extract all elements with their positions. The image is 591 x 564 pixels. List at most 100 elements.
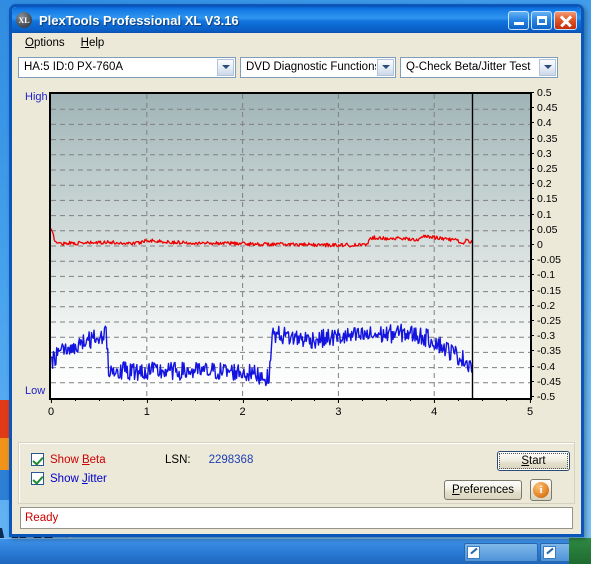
chevron-down-icon[interactable]	[377, 58, 394, 76]
x-axis: 0 1 2 3 4 5	[48, 398, 534, 424]
tick-label: 3	[335, 406, 342, 418]
tick-label: 0.4	[537, 117, 552, 130]
x-axis-tick: 2	[239, 398, 246, 418]
tick-label: 0	[537, 239, 543, 251]
preferences-button[interactable]: Preferences	[444, 480, 522, 500]
function-select[interactable]: DVD Diagnostic Functions	[240, 56, 396, 78]
y-axis-tick: -0.15	[530, 284, 561, 297]
taskbar-corner	[569, 538, 591, 564]
tick-mark	[530, 289, 534, 291]
y-axis-tick: -0.05	[530, 254, 561, 267]
chart-panel: High Low 0.5 0.45 0.4 0.35 0.3 0.25 0.2 0.15 0.1…	[18, 85, 575, 440]
tick-mark	[530, 350, 534, 352]
tick-label: -0.15	[537, 284, 561, 297]
tick-mark	[530, 274, 534, 276]
start-button[interactable]: Start	[497, 451, 570, 471]
tick-mark	[386, 398, 388, 401]
show-beta-checkbox[interactable]	[31, 453, 44, 466]
tick-mark	[530, 213, 534, 215]
menu-options-label: ptions	[33, 37, 65, 49]
minimize-icon	[514, 21, 524, 25]
tick-label: 4	[431, 406, 438, 418]
tick-mark	[530, 365, 534, 367]
y-axis: 0.5 0.45 0.4 0.35 0.3 0.25 0.2 0.15 0.1 0.05 0 -0.0…	[530, 86, 581, 406]
tick-label: 2	[239, 406, 246, 418]
chevron-down-icon[interactable]	[539, 58, 556, 76]
tick-mark	[530, 137, 534, 139]
tick-mark	[506, 398, 508, 401]
show-jitter-checkbox[interactable]	[31, 472, 44, 485]
drive-select[interactable]: HA:5 ID:0 PX-760A	[18, 56, 236, 78]
info-icon: i	[533, 482, 549, 498]
chart: High Low 0.5 0.45 0.4 0.35 0.3 0.25 0.2 0.15 0.1…	[19, 86, 574, 439]
window-icon	[467, 546, 480, 559]
tick-mark	[98, 398, 100, 401]
x-axis-tick: 3	[335, 398, 342, 418]
show-beta-row[interactable]: Show Beta	[31, 453, 106, 466]
tick-label: 5	[526, 406, 534, 418]
tick-mark	[434, 398, 436, 403]
tick-mark	[530, 335, 534, 337]
tick-mark	[458, 398, 460, 401]
show-beta-label: Show Beta	[50, 453, 106, 466]
tick-mark	[362, 398, 364, 401]
y-axis-tick: 0.15	[530, 194, 557, 205]
tick-mark	[530, 168, 534, 169]
tick-mark	[410, 398, 412, 401]
tick-mark	[530, 320, 534, 321]
tick-mark	[530, 183, 534, 185]
tick-label: -0.05	[537, 254, 561, 267]
window-title: PlexTools Professional XL V3.16	[39, 12, 239, 28]
menu-item-options[interactable]: Options	[18, 35, 72, 51]
window-icon	[543, 546, 556, 559]
y-axis-tick: 0.45	[530, 103, 557, 113]
x-axis-tick: 0	[48, 398, 54, 418]
tick-label: -0.35	[537, 345, 561, 358]
y-axis-tick: -0.45	[530, 375, 561, 388]
y-axis-tick: 0.35	[530, 133, 557, 144]
minimize-button[interactable]	[508, 10, 529, 30]
tick-label: -0.4	[537, 360, 556, 373]
tick-mark	[51, 398, 52, 403]
show-jitter-row[interactable]: Show Jitter	[31, 472, 107, 485]
close-button[interactable]	[554, 10, 577, 30]
test-select[interactable]: Q-Check Beta/Jitter Test	[400, 56, 558, 78]
tick-mark	[530, 228, 534, 230]
tick-mark	[218, 398, 220, 401]
tick-mark	[242, 398, 244, 403]
tick-mark	[74, 398, 76, 401]
y-axis-tick: -0.35	[530, 345, 561, 358]
maximize-button[interactable]	[531, 10, 552, 30]
y-axis-tick: -0.25	[530, 315, 561, 327]
chevron-down-icon[interactable]	[217, 58, 234, 76]
application-window: XL PlexTools Professional XL V3.16 Optio…	[9, 4, 584, 537]
tick-mark	[482, 398, 484, 401]
menu-item-help[interactable]: Help	[74, 35, 112, 51]
tick-label: -0.45	[537, 375, 561, 388]
tick-mark	[194, 398, 196, 401]
test-select-value: Q-Check Beta/Jitter Test	[406, 61, 531, 73]
tick-mark	[530, 107, 534, 109]
info-button[interactable]: i	[530, 479, 552, 501]
title-bar[interactable]: XL PlexTools Professional XL V3.16	[12, 7, 581, 33]
tick-mark	[530, 198, 534, 200]
tick-label: -0.25	[537, 315, 561, 327]
tick-mark	[530, 398, 531, 403]
status-text: Ready	[25, 512, 59, 524]
tick-mark	[530, 396, 534, 397]
taskbar-button-1[interactable]	[464, 543, 538, 562]
app-logo-icon: XL	[16, 12, 32, 28]
tick-mark	[530, 122, 534, 124]
y-axis-tick: 0.2	[530, 179, 552, 189]
tick-mark	[266, 398, 268, 401]
drive-select-value: HA:5 ID:0 PX-760A	[24, 61, 124, 73]
y-axis-tick: 0.1	[530, 209, 552, 220]
chart-label-low: Low	[25, 385, 46, 397]
y-axis-tick: -0.3	[530, 331, 555, 341]
tick-label: 0.5	[537, 87, 552, 99]
menu-bar: Options Help	[12, 33, 581, 53]
focus-ring	[499, 453, 568, 469]
y-axis-tick: 0.3	[530, 149, 552, 159]
tick-label: -0.2	[537, 299, 556, 312]
y-axis-tick: -0.4	[530, 360, 556, 373]
